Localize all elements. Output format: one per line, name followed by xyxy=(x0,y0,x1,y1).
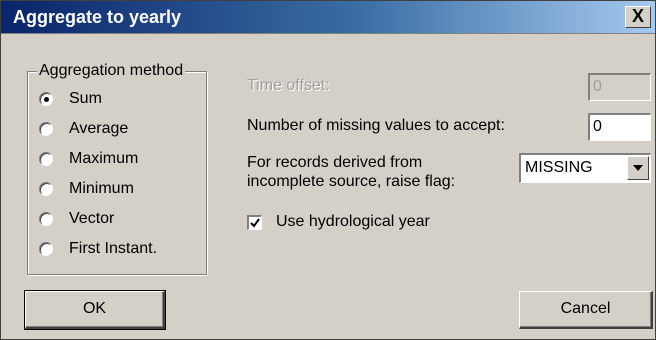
close-button[interactable]: X xyxy=(625,6,651,28)
ok-button[interactable]: OK xyxy=(24,290,166,330)
dialog-title: Aggregate to yearly xyxy=(13,7,182,27)
checkmark-icon xyxy=(250,217,260,228)
radio-button-icon[interactable] xyxy=(39,122,53,136)
aggregate-dialog: Aggregate to yearly X Aggregation method… xyxy=(0,0,656,340)
radio-button-icon[interactable] xyxy=(39,242,53,256)
radio-first-instant[interactable]: First Instant. xyxy=(39,237,157,261)
time-offset-input[interactable]: 0 xyxy=(588,73,651,101)
title-bar[interactable]: Aggregate to yearly X xyxy=(1,1,655,34)
radio-button-icon[interactable] xyxy=(39,182,53,196)
flag-label-line2: incomplete source, raise flag: xyxy=(247,173,456,190)
radio-sum[interactable]: Sum xyxy=(39,87,102,111)
radio-button-icon[interactable] xyxy=(39,92,53,106)
radio-button-icon[interactable] xyxy=(39,152,53,166)
hydrological-year-checkbox-row[interactable]: Use hydrological year xyxy=(247,210,430,234)
cancel-button[interactable]: Cancel xyxy=(519,291,653,329)
radio-label: Maximum xyxy=(69,150,139,167)
flag-label-line1: For records derived from xyxy=(247,154,423,171)
radio-vector[interactable]: Vector xyxy=(39,207,114,231)
hydrological-year-label: Use hydrological year xyxy=(276,213,430,230)
flag-select-value: MISSING xyxy=(525,159,593,176)
aggregation-method-label: Aggregation method xyxy=(37,61,186,81)
radio-label: First Instant. xyxy=(69,240,158,257)
flag-select[interactable]: MISSING xyxy=(519,153,651,183)
missing-values-label: Number of missing values to accept: xyxy=(247,117,505,134)
radio-average[interactable]: Average xyxy=(39,117,128,141)
radio-label: Sum xyxy=(69,90,102,107)
radio-minimum[interactable]: Minimum xyxy=(39,177,134,201)
time-offset-label: Time offset: xyxy=(247,77,330,94)
radio-label: Minimum xyxy=(69,180,134,197)
radio-label: Vector xyxy=(69,210,115,227)
radio-maximum[interactable]: Maximum xyxy=(39,147,138,171)
radio-label: Average xyxy=(69,120,129,137)
checkbox[interactable] xyxy=(247,214,262,230)
chevron-down-icon[interactable] xyxy=(627,156,649,180)
radio-button-icon[interactable] xyxy=(39,212,53,226)
missing-values-input[interactable]: 0 xyxy=(588,113,651,141)
